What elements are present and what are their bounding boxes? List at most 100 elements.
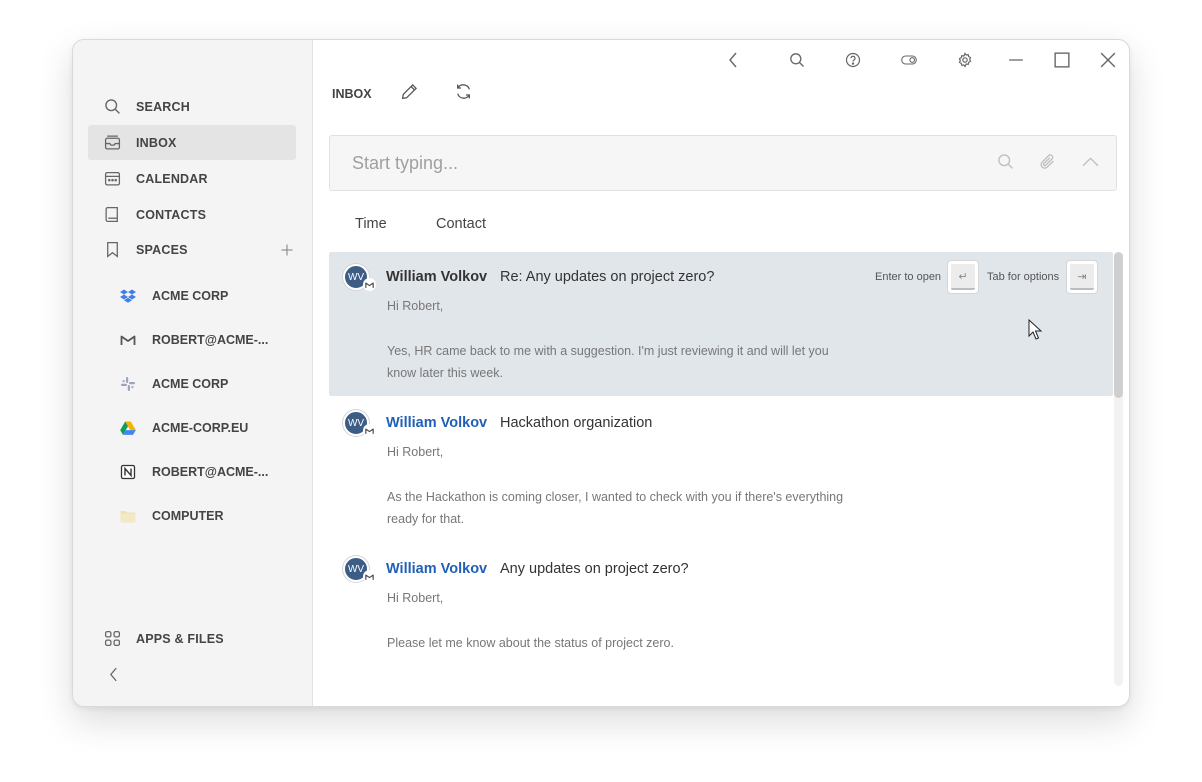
mouse-cursor-icon <box>1028 319 1042 340</box>
attach-button[interactable] <box>1037 154 1057 174</box>
dropbox-icon <box>120 288 136 304</box>
sort-tab-contact[interactable]: Contact <box>436 216 486 232</box>
apps-grid-icon <box>103 630 121 648</box>
tab-hint: Tab for options <box>987 271 1060 283</box>
global-search-button[interactable] <box>787 52 807 72</box>
space-item-acme-dropbox[interactable]: ACME CORP <box>88 279 296 313</box>
space-item-acme-drive[interactable]: ACME-CORP.EU <box>88 411 296 445</box>
email-body-preview: Yes, HR came back to me with a suggestio… <box>387 344 829 380</box>
scrollbar[interactable] <box>1114 252 1123 686</box>
sort-tab-time[interactable]: Time <box>355 216 387 232</box>
email-item[interactable]: WV William Volkov Hackathon organization… <box>329 398 1113 542</box>
email-body-preview: As the Hackathon is coming closer, I wan… <box>387 490 844 526</box>
email-sender: William Volkov <box>386 269 488 285</box>
contacts-icon <box>103 206 121 224</box>
search-icon <box>997 153 1014 175</box>
minimize-icon <box>1008 52 1024 73</box>
calendar-icon <box>103 170 121 188</box>
email-greeting: Hi Robert, <box>387 445 444 459</box>
search-icon <box>789 52 805 73</box>
space-item-computer[interactable]: COMPUTER <box>88 499 296 533</box>
space-item-robert-gmail[interactable]: ROBERT@ACME-... <box>88 323 296 357</box>
sidebar-item-label: SPACES <box>136 242 188 257</box>
scrollbar-thumb[interactable] <box>1114 252 1123 398</box>
space-item-label: ROBERT@ACME-... <box>152 465 269 479</box>
sidebar-item-contacts[interactable]: CONTACTS <box>88 197 296 232</box>
email-greeting: Hi Robert, <box>387 591 444 605</box>
email-subject: Hackathon organization <box>500 415 653 431</box>
toggle-button[interactable] <box>899 52 919 72</box>
folder-icon <box>120 508 136 524</box>
help-button[interactable] <box>843 52 863 72</box>
enter-key-button[interactable]: ↵ <box>947 260 979 294</box>
bookmark-icon <box>103 241 121 259</box>
email-greeting: Hi Robert, <box>387 299 444 313</box>
email-body-preview: Please let me know about the status of p… <box>387 636 674 650</box>
gear-icon <box>957 51 973 73</box>
main-panel: INBOX Time Contact WV <box>313 40 1129 706</box>
close-icon <box>1100 52 1116 73</box>
settings-button[interactable] <box>955 51 975 73</box>
enter-key-icon: ↵ <box>951 264 975 290</box>
email-item[interactable]: WV William Volkov Any updates on project… <box>329 544 1113 686</box>
sidebar-item-label: CALENDAR <box>136 171 208 186</box>
pencil-icon <box>401 83 418 105</box>
search-icon <box>103 98 121 116</box>
sidebar-item-label: SEARCH <box>136 99 190 114</box>
minimize-button[interactable] <box>1006 52 1026 72</box>
tab-key-button[interactable]: ⇥ <box>1066 260 1098 294</box>
chevron-up-icon <box>1082 153 1099 175</box>
email-sender[interactable]: William Volkov <box>386 561 487 577</box>
email-sender[interactable]: William Volkov <box>386 415 487 431</box>
sidebar-item-label: INBOX <box>136 135 177 150</box>
sidebar: SEARCH INBOX CALENDAR CONTACTS SPACES AC… <box>73 40 313 706</box>
space-item-robert-notion[interactable]: ROBERT@ACME-... <box>88 455 296 489</box>
inbox-icon <box>103 134 121 152</box>
sidebar-item-label: APPS & FILES <box>136 631 224 646</box>
sidebar-item-spaces[interactable]: SPACES <box>88 232 296 267</box>
email-subject: Any updates on project zero? <box>500 561 689 577</box>
gmail-icon <box>363 278 376 291</box>
page-title: INBOX <box>332 87 372 101</box>
space-item-label: ACME CORP <box>152 377 229 391</box>
gmail-icon <box>120 332 136 348</box>
email-subject: Re: Any updates on project zero? <box>500 269 715 285</box>
collapse-sidebar-button[interactable] <box>103 664 123 684</box>
tab-key-icon: ⇥ <box>1070 264 1094 290</box>
search-input[interactable] <box>330 136 970 190</box>
space-item-label: ACME CORP <box>152 289 229 303</box>
sidebar-item-inbox[interactable]: INBOX <box>88 125 296 160</box>
maximize-button[interactable] <box>1052 51 1072 73</box>
paperclip-icon <box>1039 153 1056 175</box>
compose-button[interactable] <box>399 84 419 104</box>
help-icon <box>845 52 861 73</box>
notion-icon <box>120 464 136 480</box>
sidebar-item-apps-files[interactable]: APPS & FILES <box>88 621 296 656</box>
enter-hint: Enter to open <box>875 271 942 283</box>
collapse-search-button[interactable] <box>1080 154 1100 174</box>
space-item-acme-slack[interactable]: ACME CORP <box>88 367 296 401</box>
refresh-icon <box>455 83 472 105</box>
space-item-label: ROBERT@ACME-... <box>152 333 269 347</box>
sidebar-item-calendar[interactable]: CALENDAR <box>88 161 296 196</box>
slack-icon <box>120 376 136 392</box>
app-window: SEARCH INBOX CALENDAR CONTACTS SPACES AC… <box>72 39 1130 707</box>
email-list: WV William Volkov Re: Any updates on pro… <box>329 252 1113 686</box>
gmail-icon <box>363 570 376 583</box>
sidebar-item-label: CONTACTS <box>136 207 207 222</box>
search-box <box>329 135 1117 191</box>
space-item-label: ACME-CORP.EU <box>152 421 249 435</box>
google-drive-icon <box>120 420 136 436</box>
email-item[interactable]: WV William Volkov Re: Any updates on pro… <box>329 252 1113 396</box>
search-submit-button[interactable] <box>995 154 1015 174</box>
maximize-icon <box>1054 51 1070 73</box>
close-button[interactable] <box>1098 52 1118 72</box>
chevron-left-icon <box>725 52 741 73</box>
gmail-icon <box>363 424 376 437</box>
refresh-button[interactable] <box>453 84 473 104</box>
sidebar-item-search[interactable]: SEARCH <box>88 89 296 124</box>
back-button[interactable] <box>723 52 743 72</box>
toggle-icon <box>901 52 917 73</box>
add-space-button[interactable] <box>278 241 296 259</box>
space-item-label: COMPUTER <box>152 509 224 523</box>
